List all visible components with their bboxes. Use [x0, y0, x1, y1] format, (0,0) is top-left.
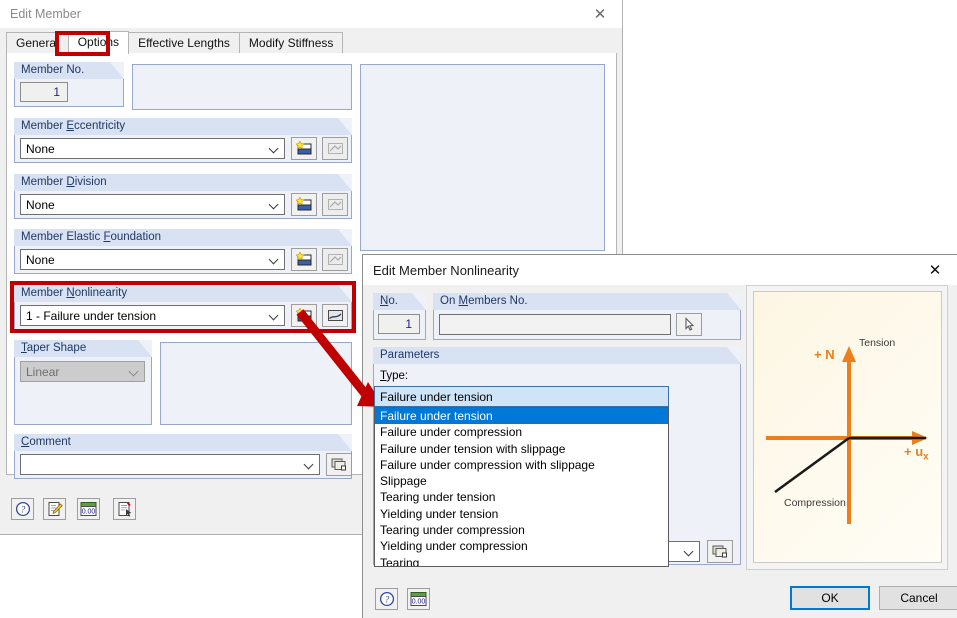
chevron-down-icon	[130, 367, 139, 376]
ok-button[interactable]: OK	[790, 586, 870, 610]
dropdown-option-failure-under-compression-with-slippage[interactable]: Failure under compression with slippage	[375, 457, 668, 473]
chevron-down-icon	[685, 547, 694, 556]
diagram-label-ux: + ux	[904, 444, 929, 463]
taper-shape-combo[interactable]: Linear	[20, 361, 145, 382]
group-member-no: Member No. 1	[14, 62, 124, 107]
diagram-panel: + N Tension + ux Compression	[746, 285, 948, 570]
on-members-no-input[interactable]	[439, 314, 671, 335]
edit-division-button[interactable]	[322, 193, 348, 216]
dropdown-option-yielding-under-tension[interactable]: Yielding under tension	[375, 506, 668, 522]
edit-elastic-foundation-button[interactable]	[322, 248, 348, 271]
cancel-button[interactable]: Cancel	[879, 586, 957, 610]
dropdown-option-tearing-under-tension[interactable]: Tearing under tension	[375, 489, 668, 505]
new-elastic-foundation-button[interactable]	[291, 248, 317, 271]
group-member-elastic-foundation-label: Member Elastic Foundation	[14, 229, 352, 246]
nonlinearity-no-field[interactable]: 1	[378, 314, 420, 334]
nonlinearity-titlebar: Edit Member Nonlinearity ✕	[363, 255, 957, 285]
type-dropdown-list[interactable]: Failure under tension Failure under comp…	[374, 407, 669, 567]
group-member-eccentricity: Member Eccentricity None	[14, 118, 352, 163]
parameters-copy-button[interactable]	[707, 540, 733, 563]
dropdown-option-slippage[interactable]: Slippage	[375, 473, 668, 489]
tab-options[interactable]: Options	[68, 31, 129, 54]
taper-shape-value: Linear	[26, 365, 59, 379]
tab-strip: General Options Effective Lengths Modify…	[6, 31, 616, 55]
group-on-members-no: On Members No.	[433, 293, 741, 340]
edit-eccentricity-button[interactable]	[322, 137, 348, 160]
group-taper-shape-label: Taper Shape	[14, 340, 152, 357]
dropdown-option-failure-under-tension-with-slippage[interactable]: Failure under tension with slippage	[375, 441, 668, 457]
member-nonlinearity-value: 1 - Failure under tension	[26, 309, 156, 323]
taper-preview-panel	[160, 342, 352, 425]
member-no-side-panel	[132, 64, 352, 110]
group-no: No. 1	[373, 293, 426, 340]
chevron-down-icon	[270, 144, 279, 153]
pick-cursor-icon[interactable]	[676, 313, 702, 336]
tab-modify-stiffness[interactable]: Modify Stiffness	[239, 32, 343, 54]
new-division-button[interactable]	[291, 193, 317, 216]
help-icon[interactable]: ?	[375, 588, 398, 610]
group-member-division-label: Member Division	[14, 174, 352, 191]
dropdown-option-failure-under-tension[interactable]: Failure under tension	[375, 408, 668, 424]
comment-combo[interactable]	[20, 454, 320, 475]
group-member-eccentricity-label: Member Eccentricity	[14, 118, 352, 135]
member-division-combo[interactable]: None	[20, 194, 285, 215]
edit-member-title: Edit Member	[10, 7, 81, 21]
group-taper-shape: Taper Shape Linear	[14, 340, 152, 425]
chevron-down-icon	[270, 200, 279, 209]
edit-member-titlebar: Edit Member ✕	[0, 0, 622, 28]
dropdown-option-tearing[interactable]: Tearing	[375, 555, 668, 567]
nonlinearity-diagram: + N Tension + ux Compression	[753, 291, 942, 563]
diagram-label-n: + N	[814, 347, 835, 362]
member-eccentricity-combo[interactable]: None	[20, 138, 285, 159]
group-parameters-label: Parameters	[373, 347, 741, 364]
new-eccentricity-button[interactable]	[291, 137, 317, 160]
group-on-members-no-label: On Members No.	[433, 293, 741, 310]
comment-copy-button[interactable]	[326, 453, 352, 476]
svg-text:0.00: 0.00	[82, 509, 96, 516]
type-label: Type:	[380, 370, 408, 382]
svg-text:?: ?	[384, 595, 389, 605]
tab-general[interactable]: General	[6, 32, 69, 54]
dropdown-option-tearing-under-compression[interactable]: Tearing under compression	[375, 522, 668, 538]
dropdown-option-failure-under-compression[interactable]: Failure under compression	[375, 424, 668, 440]
nonlinearity-title: Edit Member Nonlinearity	[373, 263, 519, 278]
edit-nonlinearity-button[interactable]	[322, 304, 348, 327]
tab-effective-lengths[interactable]: Effective Lengths	[128, 32, 240, 54]
screen-root: Edit Member ✕ General Options Effective …	[0, 0, 957, 618]
member-elastic-foundation-value: None	[26, 253, 55, 267]
group-member-no-label: Member No.	[14, 62, 124, 79]
type-combo-value: Failure under tension	[380, 390, 493, 404]
group-member-nonlinearity-label: Member Nonlinearity	[14, 285, 352, 302]
member-no-field[interactable]: 1	[20, 82, 68, 102]
svg-text:?: ?	[20, 505, 25, 515]
close-icon[interactable]: ✕	[578, 0, 622, 28]
units-icon[interactable]: 0.00	[407, 588, 430, 610]
dropdown-option-yielding-under-compression[interactable]: Yielding under compression	[375, 538, 668, 554]
member-division-value: None	[26, 198, 55, 212]
member-preview-panel	[360, 64, 605, 251]
member-nonlinearity-combo[interactable]: 1 - Failure under tension	[20, 305, 285, 326]
chevron-down-icon	[653, 392, 662, 401]
chevron-down-icon	[305, 460, 314, 469]
svg-text:0.00: 0.00	[412, 599, 426, 606]
member-elastic-foundation-combo[interactable]: None	[20, 249, 285, 270]
new-nonlinearity-button[interactable]	[291, 304, 317, 327]
diagram-label-compression: Compression	[784, 497, 846, 509]
select-info-icon[interactable]	[113, 498, 136, 520]
group-member-division: Member Division None	[14, 174, 352, 219]
group-member-nonlinearity: Member Nonlinearity 1 - Failure under te…	[14, 285, 352, 330]
group-comment: Comment	[14, 434, 352, 479]
chevron-down-icon	[270, 255, 279, 264]
group-comment-label: Comment	[14, 434, 352, 451]
chevron-down-icon	[270, 311, 279, 320]
type-combo-closed-display[interactable]: Failure under tension	[374, 386, 669, 407]
diagram-label-tension: Tension	[859, 337, 895, 349]
group-no-label: No.	[373, 293, 426, 310]
units-icon[interactable]: 0.00	[77, 498, 100, 520]
group-member-elastic-foundation: Member Elastic Foundation None	[14, 229, 352, 274]
member-eccentricity-value: None	[26, 142, 55, 156]
close-icon[interactable]: ✕	[913, 255, 957, 285]
edit-pencil-icon[interactable]	[43, 498, 66, 520]
help-icon[interactable]: ?	[11, 498, 34, 520]
